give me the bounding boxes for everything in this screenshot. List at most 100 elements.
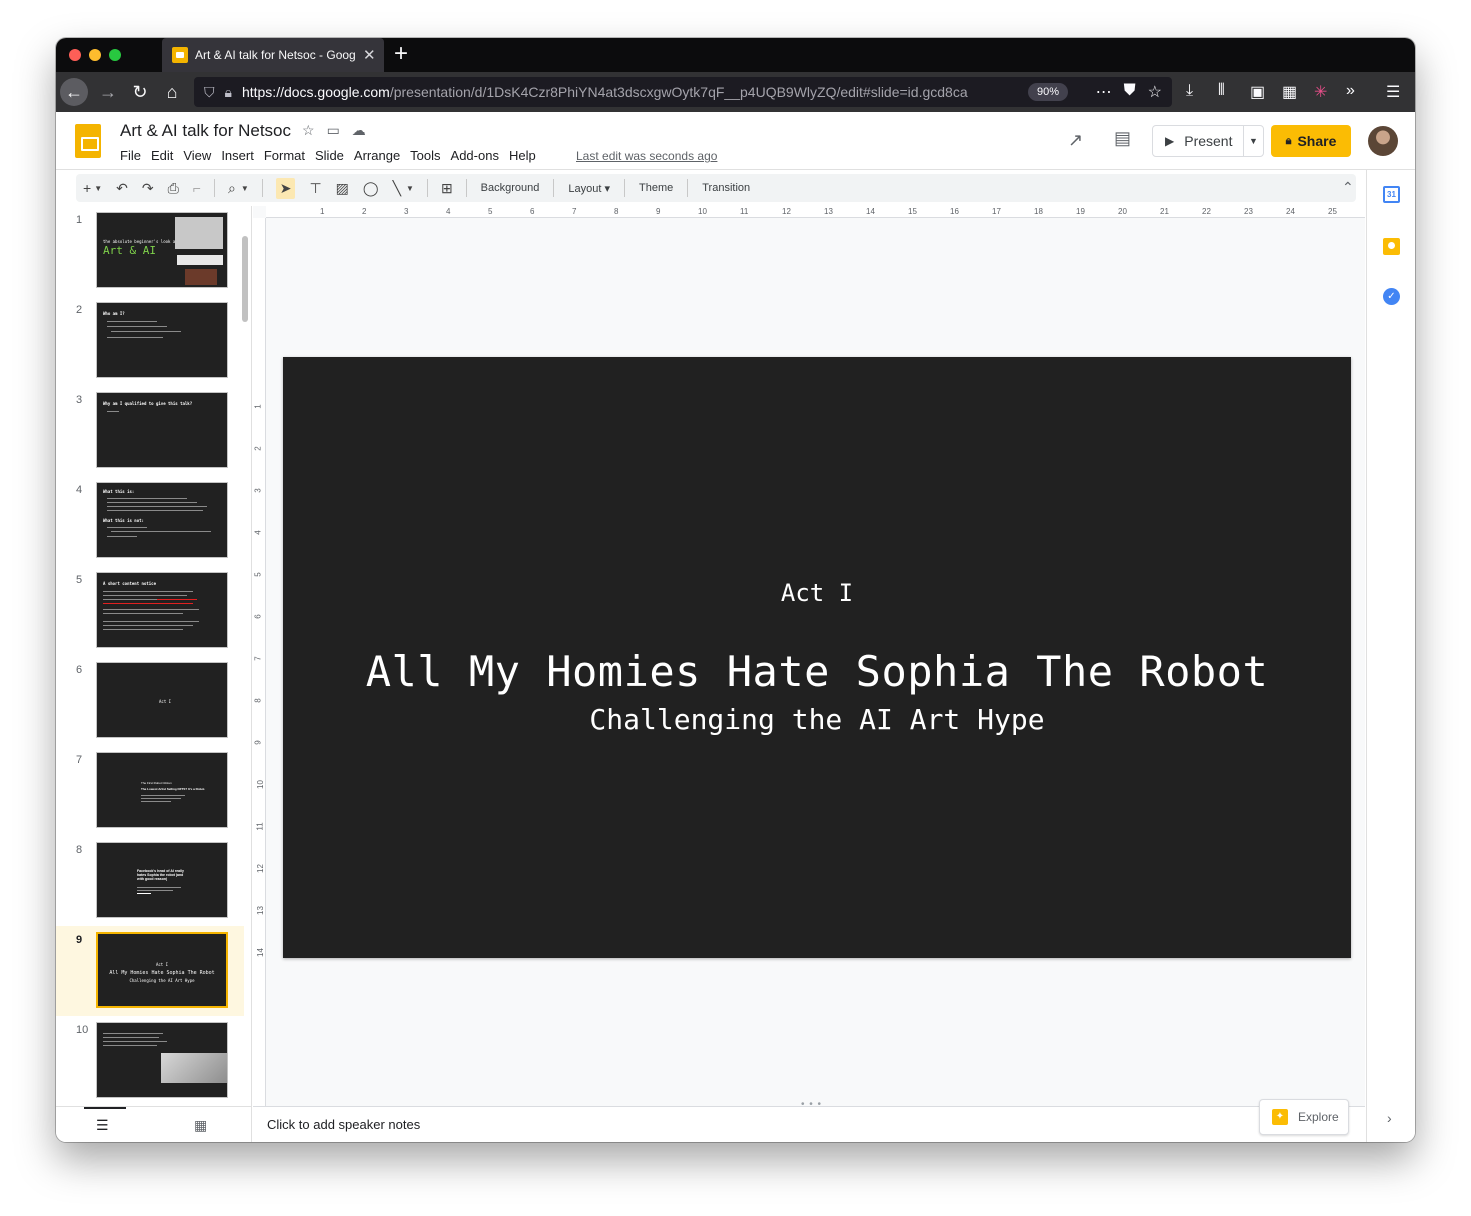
slide-thumbnail[interactable]: Who am I? [96,302,228,378]
menu-addons[interactable]: Add-ons [451,148,499,163]
undo-icon[interactable]: ↶ [116,180,128,197]
share-button[interactable]: 🔒︎ Share [1271,125,1351,157]
menu-arrange[interactable]: Arrange [354,148,400,163]
filmstrip-slide-5[interactable]: 5 A short content notice [56,566,244,656]
star-icon[interactable]: ☆ [302,122,315,139]
slide-thumbnail[interactable]: Act I [96,662,228,738]
slide-thumbnail[interactable]: The First Robot Citizen The Lowest Artis… [96,752,228,828]
list-view-icon[interactable]: ☰ [84,1107,125,1134]
zoom-icon[interactable]: ⌕ [228,180,236,197]
horizontal-ruler[interactable]: 1 2 3 4 5 6 7 8 9 10 11 12 13 14 15 16 17 18 19 20 21 22 23 24 2… [266,206,1365,218]
slide-subtitle[interactable]: Challenging the AI Art Hype [283,703,1351,736]
theme-button[interactable]: Theme [639,182,673,194]
overflow-icon[interactable]: » [1346,82,1355,100]
browser-tab[interactable]: Art & AI talk for Netsoc - Google Slides… [162,38,384,72]
keep-icon[interactable] [1383,238,1400,255]
library-icon[interactable]: ⫴ [1218,82,1225,100]
present-button[interactable]: ▶ Present ▼ [1152,125,1264,157]
comments-icon[interactable]: ▤ [1114,128,1131,149]
addon-icon[interactable]: ✳ [1314,82,1327,102]
home-button[interactable]: ⌂ [158,78,186,106]
line-dropdown-icon[interactable]: ▼ [406,184,414,193]
filmstrip-slide-2[interactable]: 2 Who am I? [56,296,244,386]
transition-button[interactable]: Transition [702,182,750,194]
menu-tools[interactable]: Tools [410,148,440,163]
current-slide[interactable]: Act I All My Homies Hate Sophia The Robo… [283,357,1351,958]
calendar-icon[interactable]: 31 [1383,186,1400,203]
present-dropdown-icon[interactable]: ▼ [1243,126,1263,156]
bookmark-star-icon[interactable]: ☆ [1148,82,1162,102]
url-bar[interactable]: ⛉ 🔒︎ https://docs.google.com/presentatio… [194,77,1172,107]
tasks-icon[interactable]: ✓ [1383,288,1400,305]
explore-button[interactable]: ✦ Explore [1259,1099,1349,1135]
forward-button[interactable]: → [94,78,122,106]
background-button[interactable]: Background [481,182,540,194]
slide-thumbnail[interactable]: What this is: What this is not: [96,482,228,558]
filmstrip-slide-9[interactable]: 9 Act I All My Homies Hate Sophia The Ro… [56,926,244,1016]
shield-icon[interactable]: ⛉ [204,84,215,101]
menu-edit[interactable]: Edit [151,148,173,163]
sidebar-icon[interactable]: ▣ [1250,82,1265,102]
new-slide-dropdown-icon[interactable]: ▼ [94,184,102,193]
filmstrip-scrollbar[interactable] [242,236,248,322]
url-text[interactable]: https://docs.google.com/presentation/d/1… [242,84,1002,100]
filmstrip-slide-10[interactable]: 10 [56,1016,244,1106]
filmstrip-slide-1[interactable]: 1 the absolute beginner's look at Art & … [56,206,244,296]
paint-format-icon[interactable]: ⌐ [193,180,201,196]
grid-view-icon[interactable]: ▦ [194,1117,207,1134]
activity-trend-icon[interactable]: ↗ [1068,130,1083,151]
print-icon[interactable]: ⎙ [168,180,179,197]
zoom-window-button[interactable] [109,49,121,61]
menu-slide[interactable]: Slide [315,148,344,163]
slide-thumbnail[interactable]: Why am I qualified to give this talk? [96,392,228,468]
slide-thumbnail[interactable]: Act I All My Homies Hate Sophia The Robo… [96,932,228,1008]
extensions-icon[interactable]: ▦ [1282,82,1297,102]
notes-resize-handle[interactable]: • • • [801,1099,822,1110]
menu-help[interactable]: Help [509,148,536,163]
slide-thumbnail[interactable]: Facebook's head of AI really hates Sophi… [96,842,228,918]
expand-panel-icon[interactable]: › [1387,1110,1392,1126]
vertical-ruler[interactable]: 1 2 3 4 5 6 7 8 9 10 11 12 13 14 [253,218,266,1106]
line-icon[interactable]: ╲ [393,180,401,197]
minimize-window-button[interactable] [89,49,101,61]
add-comment-icon[interactable]: ⊞ [441,180,453,197]
menu-icon[interactable]: ☰ [1386,82,1400,102]
speaker-notes[interactable]: • • • Click to add speaker notes ✦ Explo… [253,1099,1365,1142]
layout-button[interactable]: Layout ▾ [568,182,610,195]
text-box-icon[interactable]: ⊤ [309,180,321,197]
last-edit-link[interactable]: Last edit was seconds ago [576,149,717,163]
slide-title[interactable]: All My Homies Hate Sophia The Robot [283,647,1351,696]
redo-icon[interactable]: ↷ [142,180,154,197]
filmstrip-slide-7[interactable]: 7 The First Robot Citizen The Lowest Art… [56,746,244,836]
slide-thumbnail[interactable]: the absolute beginner's look at Art & AI [96,212,228,288]
filmstrip-slide-3[interactable]: 3 Why am I qualified to give this talk? [56,386,244,476]
menu-insert[interactable]: Insert [221,148,254,163]
pocket-icon[interactable]: ⛊ [1124,82,1136,102]
reload-button[interactable]: ↻ [126,78,154,106]
menu-format[interactable]: Format [264,148,305,163]
new-tab-button[interactable]: + [394,41,408,67]
slide-canvas[interactable]: 1 2 3 4 5 6 7 8 9 10 11 12 13 14 15 16 17 18 19 20 21 22 23 24 2… [253,206,1365,1106]
shape-icon[interactable]: ◯ [363,180,379,197]
menu-file[interactable]: File [120,148,141,163]
filmstrip-slide-8[interactable]: 8 Facebook's head of AI really hates Sop… [56,836,244,926]
cloud-status-icon[interactable]: ☁ [352,122,366,139]
new-slide-icon[interactable]: + [83,180,91,196]
close-window-button[interactable] [69,49,81,61]
select-cursor-icon[interactable]: ➤ [275,177,296,199]
doc-title[interactable]: Art & AI talk for Netsoc [120,121,291,141]
menu-view[interactable]: View [183,148,211,163]
close-tab-icon[interactable]: ✕ [363,46,376,64]
more-actions-icon[interactable]: ⋯ [1096,82,1112,102]
move-folder-icon[interactable]: ▭ [327,122,340,139]
collapse-toolbar-icon[interactable]: ⌃ [1342,179,1354,196]
speaker-notes-placeholder[interactable]: Click to add speaker notes [267,1117,420,1132]
zoom-level[interactable]: 90% [1028,83,1068,101]
zoom-dropdown-icon[interactable]: ▼ [241,184,249,193]
image-icon[interactable]: ▨ [336,180,349,197]
download-icon[interactable]: ⤓ [1186,82,1193,100]
filmstrip-slide-6[interactable]: 6 Act I [56,656,244,746]
slide-thumbnail[interactable]: A short content notice [96,572,228,648]
lock-icon[interactable]: 🔒︎ [225,84,232,101]
back-button[interactable]: ← [60,78,88,106]
